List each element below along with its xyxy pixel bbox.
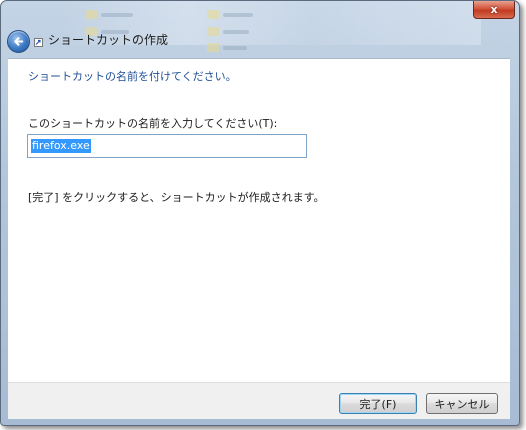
glass-ghost-folder	[207, 43, 219, 52]
glass-ghost-text	[223, 30, 249, 34]
glass-ghost-text	[223, 46, 247, 50]
wizard-icon	[34, 38, 43, 47]
glass-ghost-folder	[85, 10, 97, 19]
page-heading: ショートカットの名前を付けてください。	[28, 70, 237, 83]
back-arrow-icon	[14, 37, 24, 46]
cancel-button[interactable]: キャンセル	[426, 393, 498, 414]
info-text: [完了] をクリックすると、ショートカットが作成されます。	[28, 191, 325, 204]
finish-button[interactable]: 完了(F)	[339, 393, 417, 414]
close-icon: x	[490, 3, 498, 16]
glass-ghost-text	[223, 13, 253, 17]
back-button[interactable]	[7, 30, 30, 53]
close-button[interactable]: x	[473, 1, 515, 19]
shortcut-name-input[interactable]: firefox.exe	[27, 134, 307, 158]
glass-ghost-text	[101, 13, 133, 17]
window-title: ショートカットの作成	[48, 33, 169, 47]
dialog-content	[8, 58, 510, 382]
glass-ghost-folder	[207, 27, 219, 36]
glass-ghost-folder	[207, 10, 219, 19]
shortcut-name-label: このショートカットの名前を入力してください(T):	[28, 117, 278, 130]
shortcut-name-value: firefox.exe	[31, 139, 91, 153]
